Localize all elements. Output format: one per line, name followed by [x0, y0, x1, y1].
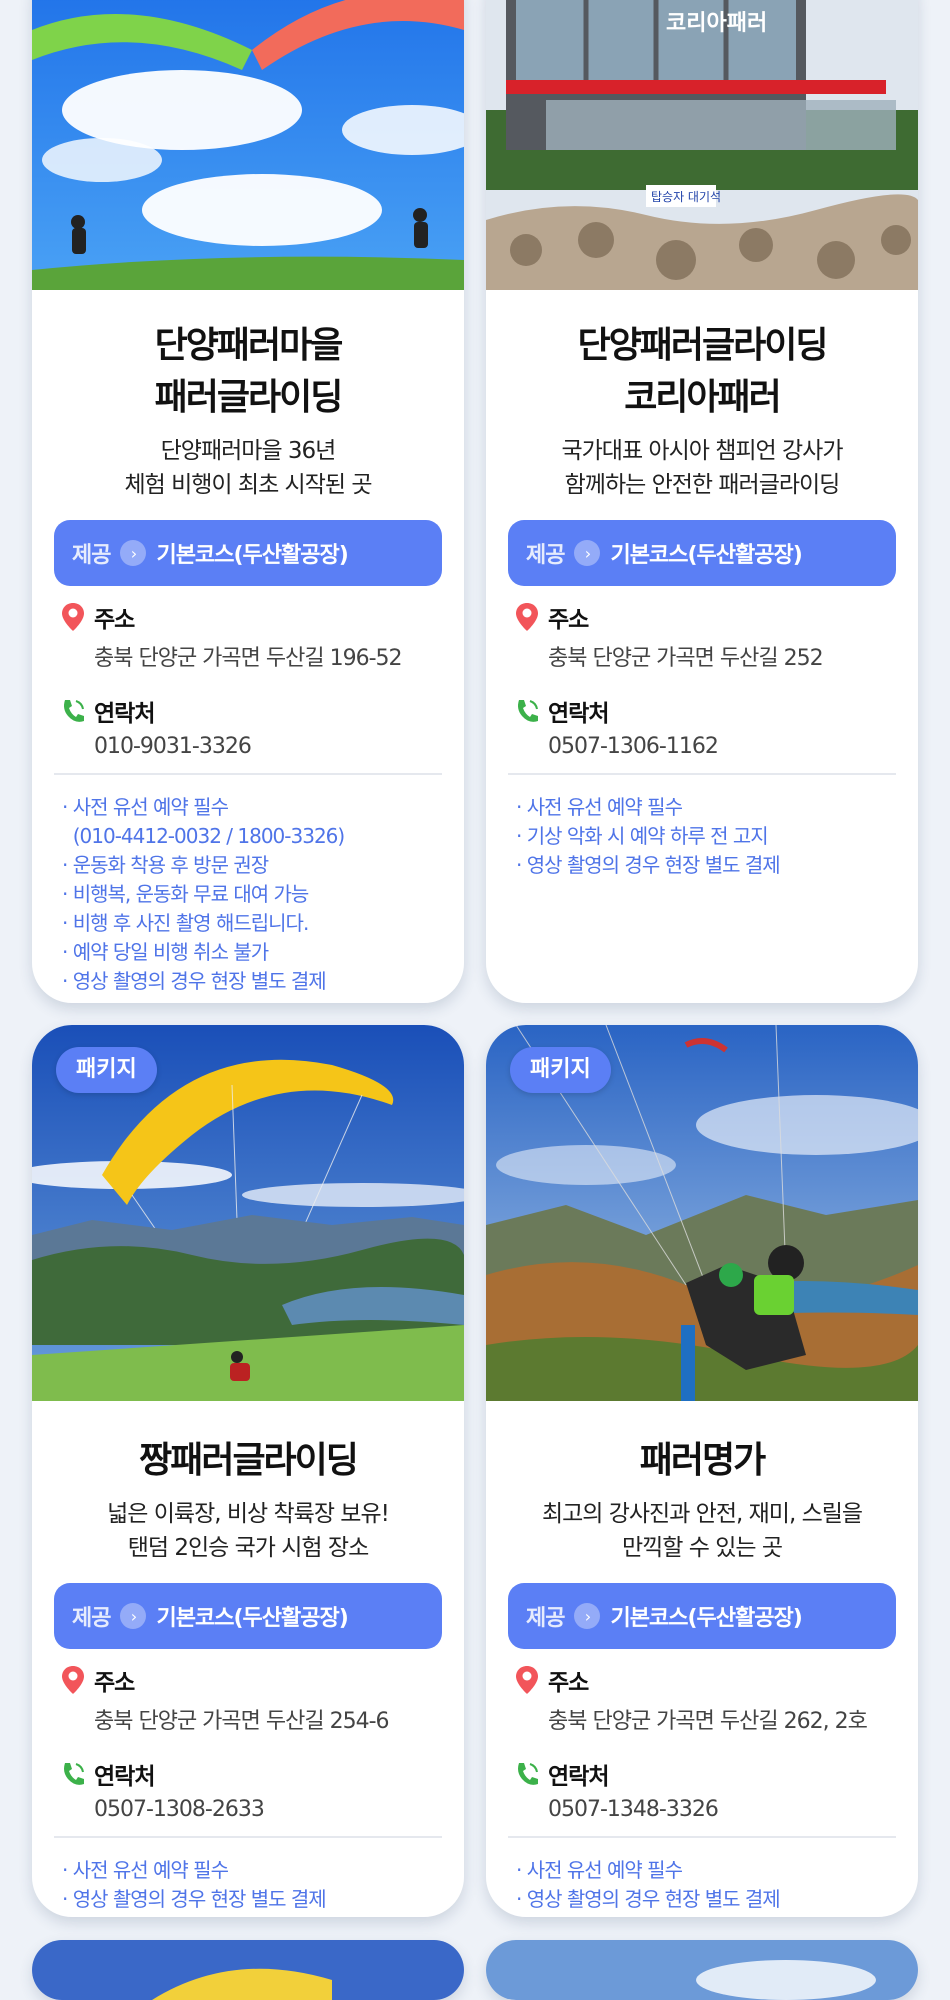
note-item: · 예약 당일 비행 취소 불가 [62, 940, 269, 964]
provide-label: 제공 [72, 1606, 111, 1631]
card-photo: 코리아패러 탑승자 대기석 [486, 0, 918, 290]
note-item: · 사전 유선 예약 필수 [516, 1858, 683, 1882]
note-item: · 운동화 착용 후 방문 권장 [62, 853, 269, 877]
operator-card-jjang-para[interactable]: 패키지 짱패러글라이딩 넓은 이륙장, 비상 착륙장 보유! 탠덤 2인승 국가… [32, 1025, 464, 1917]
note-item: · 영상 촬영의 경우 현장 별도 결제 [62, 1887, 327, 1911]
contact-label: 연락처 [94, 701, 155, 727]
course-name: 기본코스(두산활공장) [156, 543, 348, 568]
building-banner: 탑승자 대기석 [651, 190, 721, 204]
phone-icon [64, 1763, 84, 1785]
divider [508, 1836, 896, 1838]
course-button[interactable]: 제공 › 기본코스(두산활공장) [508, 520, 896, 586]
note-item: · 사전 유선 예약 필수 [516, 795, 683, 819]
phone-value[interactable]: 010-9031-3326 [94, 734, 442, 759]
address-label: 주소 [94, 1670, 135, 1696]
location-pin-icon [62, 1666, 84, 1694]
phone-icon [64, 700, 84, 722]
address-label: 주소 [94, 607, 135, 633]
course-button[interactable]: 제공 › 기본코스(두산활공장) [54, 1583, 442, 1649]
operator-card-para-myungga[interactable]: 패키지 패러명가 최고의 강사진과 안전, 재미, 스릴을 만끽할 수 있는 곳… [486, 1025, 918, 1917]
chevron-right-icon: › [574, 540, 601, 566]
note-item: · 비행복, 운동화 무료 대여 가능 [62, 882, 309, 906]
card-subtitle: 최고의 강사진과 안전, 재미, 스릴을 만끽할 수 있는 곳 [541, 1501, 863, 1561]
phone-value[interactable]: 0507-1348-3326 [548, 1797, 896, 1822]
card-subtitle: 넓은 이륙장, 비상 착륙장 보유! 탠덤 2인승 국가 시험 장소 [107, 1501, 390, 1561]
address-value: 충북 단양군 가곡면 두산길 262, 2호 [548, 1709, 868, 1734]
chevron-right-icon: › [120, 540, 147, 566]
provide-label: 제공 [72, 543, 111, 568]
address-value: 충북 단양군 가곡면 두산길 254-6 [94, 1709, 390, 1734]
note-item: · 영상 촬영의 경우 현장 별도 결제 [516, 1887, 781, 1911]
contact-label: 연락처 [548, 1764, 609, 1790]
card-photo [486, 1940, 918, 2000]
operator-card-next-left[interactable] [32, 1940, 464, 2000]
package-badge: 패키지 [56, 1047, 157, 1093]
address-value: 충북 단양군 가곡면 두산길 252 [548, 646, 824, 671]
card-title: 패러명가 [639, 1440, 766, 1481]
card-photo: 패키지 [32, 1025, 464, 1401]
location-pin-icon [516, 1666, 538, 1694]
note-item: · 기상 악화 시 예약 하루 전 고지 [516, 824, 769, 848]
card-photo: 패키지 [486, 1025, 918, 1401]
chevron-right-icon: › [574, 1603, 601, 1629]
course-name: 기본코스(두산활공장) [156, 1606, 348, 1631]
divider [54, 773, 442, 775]
card-title: 단양패러글라이딩 코리아패러 [577, 325, 829, 418]
address-label: 주소 [548, 1670, 589, 1696]
note-item: · 영상 촬영의 경우 현장 별도 결제 [62, 969, 327, 993]
course-name: 기본코스(두산활공장) [610, 1606, 802, 1631]
card-subtitle: 단양패러마을 36년 체험 비행이 최초 시작된 곳 [124, 438, 372, 498]
chevron-right-icon: › [120, 1603, 147, 1629]
operator-card-danyang-para-village[interactable]: 단양패러마을 패러글라이딩 단양패러마을 36년 체험 비행이 최초 시작된 곳… [32, 0, 464, 1003]
contact-label: 연락처 [94, 1764, 155, 1790]
card-title: 단양패러마을 패러글라이딩 [154, 325, 344, 418]
divider [54, 1836, 442, 1838]
course-name: 기본코스(두산활공장) [610, 543, 802, 568]
card-photo [32, 0, 464, 290]
address-value: 충북 단양군 가곡면 두산길 196-52 [94, 646, 403, 671]
notes-list: · 사전 유선 예약 필수 · 기상 악화 시 예약 하루 전 고지 · 영상 … [516, 793, 896, 880]
notes-list: · 사전 유선 예약 필수 · 영상 촬영의 경우 현장 별도 결제 [516, 1856, 896, 1914]
card-photo [32, 1940, 464, 2000]
phone-value[interactable]: 0507-1306-1162 [548, 734, 896, 759]
course-button[interactable]: 제공 › 기본코스(두산활공장) [508, 1583, 896, 1649]
phone-icon [518, 1763, 538, 1785]
location-pin-icon [516, 603, 538, 631]
note-item: · 사전 유선 예약 필수 [62, 795, 229, 819]
card-title: 짱패러글라이딩 [139, 1440, 359, 1481]
note-item: · 영상 촬영의 경우 현장 별도 결제 [516, 853, 781, 877]
notes-list: · 사전 유선 예약 필수 (010-4412-0032 / 1800-3326… [62, 793, 442, 996]
provide-label: 제공 [526, 543, 565, 568]
note-item: (010-4412-0032 / 1800-3326) [62, 824, 346, 848]
location-pin-icon [62, 603, 84, 631]
course-button[interactable]: 제공 › 기본코스(두산활공장) [54, 520, 442, 586]
notes-list: · 사전 유선 예약 필수 · 영상 촬영의 경우 현장 별도 결제 [62, 1856, 442, 1914]
note-item: · 사전 유선 예약 필수 [62, 1858, 229, 1882]
card-subtitle: 국가대표 아시아 챔피언 강사가 함께하는 안전한 패러글라이딩 [561, 438, 843, 498]
phone-value[interactable]: 0507-1308-2633 [94, 1797, 442, 1822]
address-label: 주소 [548, 607, 589, 633]
operator-card-next-right[interactable] [486, 1940, 918, 2000]
package-badge: 패키지 [510, 1047, 611, 1093]
note-item: · 비행 후 사진 촬영 해드립니다. [62, 911, 309, 935]
building-sign: 코리아패러 [666, 11, 767, 36]
operator-card-korea-para[interactable]: 코리아패러 탑승자 대기석 단양패러글라이딩 코리아패러 국가대표 아시아 챔피… [486, 0, 918, 1003]
divider [508, 773, 896, 775]
provide-label: 제공 [526, 1606, 565, 1631]
phone-icon [518, 700, 538, 722]
contact-label: 연락처 [548, 701, 609, 727]
